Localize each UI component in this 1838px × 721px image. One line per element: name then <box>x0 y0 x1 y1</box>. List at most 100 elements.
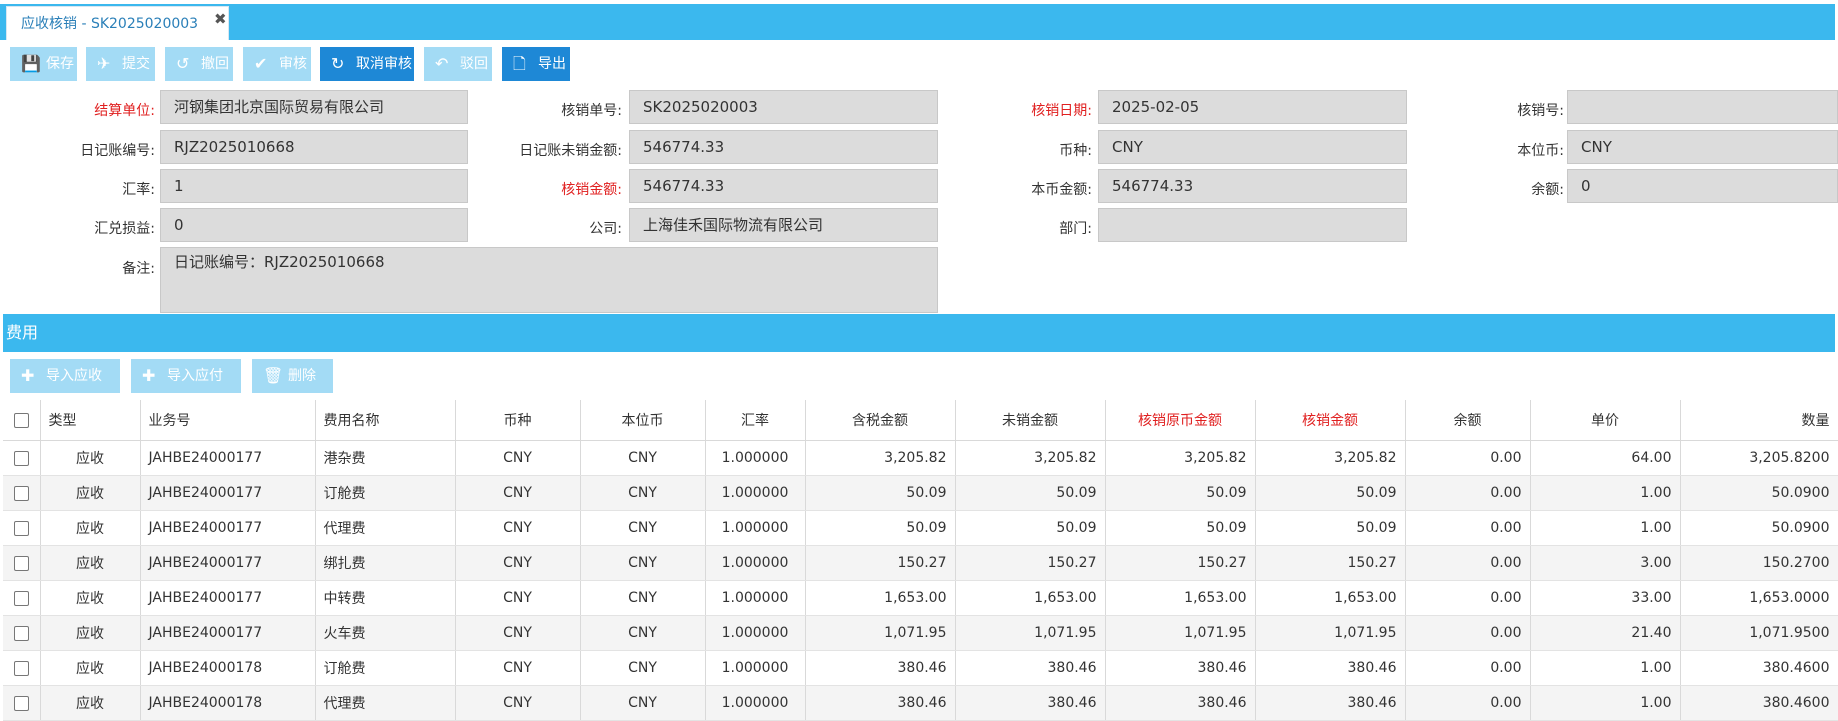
cell-business-no: JAHBE24000177 <box>140 440 316 476</box>
cell-original-writeoff: 3,205.82 <box>1105 440 1256 476</box>
row-checkbox[interactable] <box>3 650 41 686</box>
row-checkbox[interactable] <box>3 510 41 546</box>
remark-textarea[interactable]: 日记账编号：RJZ2025010668 <box>160 247 938 313</box>
table-row[interactable]: 应收 JAHBE24000177 代理费 CNY CNY 1.000000 50.09 50.… <box>3 510 1838 546</box>
cell-type: 应收 <box>40 615 141 651</box>
cell-business-no: JAHBE24000177 <box>140 545 316 581</box>
cell-rate: 1.000000 <box>705 475 806 511</box>
withdraw-button[interactable]: ↺ 撤回 <box>165 47 233 81</box>
cell-original-writeoff: 50.09 <box>1105 475 1256 511</box>
import-payable-button[interactable]: ✚ 导入应付 <box>131 359 241 393</box>
cell-currency: CNY <box>455 580 581 616</box>
col-writeoff-amount[interactable]: 核销金额 <box>1255 400 1406 441</box>
table-row[interactable]: 应收 JAHBE24000177 港杂费 CNY CNY 1.000000 3,205.82… <box>3 440 1838 476</box>
writeoff-amount-field[interactable]: 546774.33 <box>629 169 938 203</box>
balance-field[interactable]: 0 <box>1567 169 1838 203</box>
table-row[interactable]: 应收 JAHBE24000177 中转费 CNY CNY 1.000000 1,653.00… <box>3 580 1838 616</box>
approve-button[interactable]: ✔ 审核 <box>243 47 311 81</box>
row-checkbox[interactable] <box>3 440 41 476</box>
redo-icon: ↻ <box>331 54 345 73</box>
department-field[interactable] <box>1098 208 1407 242</box>
cell-unit-price: 1.00 <box>1530 650 1681 686</box>
col-fee-name[interactable]: 费用名称 <box>315 400 456 441</box>
col-currency[interactable]: 币种 <box>455 400 581 441</box>
table-row[interactable]: 应收 JAHBE24000178 代理费 CNY CNY 1.000000 380.46 38… <box>3 685 1838 721</box>
cell-original-writeoff: 380.46 <box>1105 650 1256 686</box>
verify-no-field[interactable] <box>1567 90 1838 124</box>
cell-type: 应收 <box>40 440 141 476</box>
table-row[interactable]: 应收 JAHBE24000177 订舱费 CNY CNY 1.000000 50.09 50.… <box>3 475 1838 511</box>
cell-writeoff-amount: 1,653.00 <box>1255 580 1406 616</box>
save-button[interactable]: 💾 保存 <box>10 47 77 81</box>
cell-unit-price: 3.00 <box>1530 545 1681 581</box>
cell-unpaid-amount: 1,071.95 <box>955 615 1106 651</box>
close-icon[interactable]: ✖ <box>214 10 227 28</box>
base-amount-field[interactable]: 546774.33 <box>1098 169 1407 203</box>
cell-business-no: JAHBE24000177 <box>140 580 316 616</box>
cell-business-no: JAHBE24000178 <box>140 650 316 686</box>
fee-table: 类型 业务号 费用名称 币种 本位币 汇率 含税金额 未销金额 核销原币金额 核… <box>3 400 1838 721</box>
row-checkbox[interactable] <box>3 580 41 616</box>
col-tax-amount[interactable]: 含税金额 <box>805 400 956 441</box>
submit-button[interactable]: ✈ 提交 <box>86 47 155 81</box>
col-rate[interactable]: 汇率 <box>705 400 806 441</box>
cell-currency: CNY <box>455 545 581 581</box>
reject-button[interactable]: ↶ 驳回 <box>424 47 492 81</box>
base-currency-field[interactable]: CNY <box>1567 130 1838 164</box>
currency-field[interactable]: CNY <box>1098 130 1407 164</box>
currency-label: 币种: <box>1059 143 1092 159</box>
col-balance[interactable]: 余额 <box>1405 400 1531 441</box>
cell-balance: 0.00 <box>1405 475 1531 511</box>
journal-no-field[interactable]: RJZ2025010668 <box>160 130 468 164</box>
cell-unit-price: 64.00 <box>1530 440 1681 476</box>
settlement-unit-label: 结算单位: <box>94 103 155 119</box>
company-field[interactable]: 上海佳禾国际物流有限公司 <box>629 208 938 242</box>
row-checkbox[interactable] <box>3 685 41 721</box>
table-row[interactable]: 应收 JAHBE24000178 订舱费 CNY CNY 1.000000 380.46 38… <box>3 650 1838 686</box>
cell-quantity: 1,653.0000 <box>1680 580 1838 616</box>
cell-currency: CNY <box>455 440 581 476</box>
remark-label: 备注: <box>122 261 155 277</box>
reply-icon: ↶ <box>435 54 449 73</box>
cancel-approve-button[interactable]: ↻ 取消审核 <box>320 47 414 81</box>
cell-rate: 1.000000 <box>705 440 806 476</box>
rate-field[interactable]: 1 <box>160 169 468 203</box>
export-button[interactable]: 🗋 导出 <box>502 47 570 81</box>
col-unit-price[interactable]: 单价 <box>1530 400 1681 441</box>
table-row[interactable]: 应收 JAHBE24000177 绑扎费 CNY CNY 1.000000 150.27 15… <box>3 545 1838 581</box>
row-checkbox[interactable] <box>3 545 41 581</box>
table-row[interactable]: 应收 JAHBE24000177 火车费 CNY CNY 1.000000 1,071.95… <box>3 615 1838 651</box>
cell-original-writeoff: 50.09 <box>1105 510 1256 546</box>
journal-unpaid-field[interactable]: 546774.33 <box>629 130 938 164</box>
col-type[interactable]: 类型 <box>40 400 141 441</box>
writeoff-date-field[interactable]: 2025-02-05 <box>1098 90 1407 124</box>
delete-button[interactable]: 🗑 删除 <box>252 359 333 393</box>
settlement-unit-field[interactable]: 河钢集团北京国际贸易有限公司 <box>160 90 468 124</box>
cell-unpaid-amount: 380.46 <box>955 685 1106 721</box>
base-amount-label: 本币金额: <box>1031 182 1092 198</box>
cell-business-no: JAHBE24000177 <box>140 510 316 546</box>
fx-gain-field[interactable]: 0 <box>160 208 468 242</box>
writeoff-amount-label: 核销金额: <box>561 182 622 198</box>
col-original-writeoff[interactable]: 核销原币金额 <box>1105 400 1256 441</box>
col-business-no[interactable]: 业务号 <box>140 400 316 441</box>
cell-quantity: 150.2700 <box>1680 545 1838 581</box>
row-checkbox[interactable] <box>3 475 41 511</box>
cell-unpaid-amount: 50.09 <box>955 475 1106 511</box>
cell-unpaid-amount: 3,205.82 <box>955 440 1106 476</box>
cell-business-no: JAHBE24000178 <box>140 685 316 721</box>
col-unpaid-amount[interactable]: 未销金额 <box>955 400 1106 441</box>
cell-fee-name: 港杂费 <box>315 440 456 476</box>
row-checkbox[interactable] <box>3 615 41 651</box>
tab-title: 应收核销 - SK2025020003 <box>21 16 199 32</box>
writeoff-no-field[interactable]: SK2025020003 <box>629 90 938 124</box>
import-receivable-button[interactable]: ✚ 导入应收 <box>10 359 120 393</box>
cell-tax-amount: 380.46 <box>805 685 956 721</box>
col-base-currency[interactable]: 本位币 <box>580 400 706 441</box>
select-all-checkbox[interactable] <box>3 400 41 441</box>
col-quantity[interactable]: 数量 <box>1680 400 1838 441</box>
tab-writeoff[interactable]: 应收核销 - SK2025020003 <box>6 6 229 40</box>
cell-balance: 0.00 <box>1405 685 1531 721</box>
writeoff-date-label: 核销日期: <box>1031 103 1092 119</box>
cell-unpaid-amount: 150.27 <box>955 545 1106 581</box>
